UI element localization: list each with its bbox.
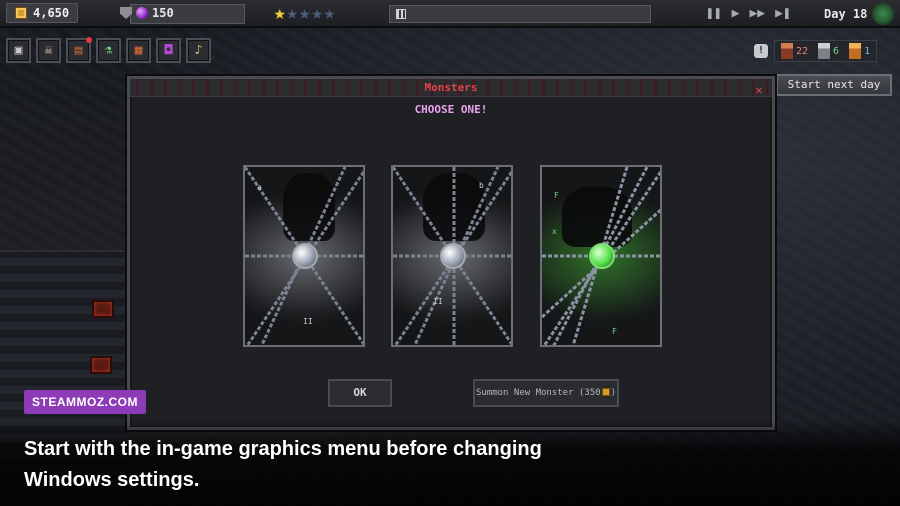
dialog-title: Monsters <box>424 81 478 94</box>
lock-orb-icon <box>440 243 466 269</box>
notification-dot <box>86 37 92 43</box>
star-empty-icon: ★ <box>323 2 336 24</box>
summon-new-monster-button[interactable]: Summon New Monster (350) <box>473 379 619 407</box>
gems-value: 150 <box>152 6 174 20</box>
lit-window <box>90 356 112 374</box>
rune-icon: II <box>433 297 443 306</box>
chest-icon[interactable]: ▦ <box>126 38 151 63</box>
fast-forward-icon[interactable]: ▶▶ <box>749 6 765 21</box>
rating-stars: ★ ★ ★ ★ ★ <box>274 4 335 23</box>
card-corner <box>503 337 511 345</box>
coin-icon <box>601 388 610 396</box>
card-corner <box>245 167 253 175</box>
grid-icon <box>396 9 406 19</box>
monster-card-2[interactable]: b II <box>391 165 513 347</box>
skip-icon[interactable]: ▶❚ <box>775 6 791 21</box>
card-corner <box>245 337 253 345</box>
monster-mask-icon[interactable]: ▣ <box>6 38 31 63</box>
minion-grey-icon <box>818 43 831 59</box>
star-empty-icon: ★ <box>286 2 298 24</box>
gold-value: 4,650 <box>33 6 70 20</box>
potion-icon[interactable]: ⚗ <box>96 38 121 63</box>
monster-card-1[interactable]: a II <box>243 165 365 347</box>
dialog-subtitle: CHOOSE ONE! <box>414 103 488 116</box>
gem-icon <box>136 7 148 19</box>
rune-icon: b <box>479 181 484 190</box>
card-corner <box>393 337 401 345</box>
minion-counts[interactable]: 22 6 1 <box>774 40 878 62</box>
time-controls: ❚❚ ▶ ▶▶ ▶❚ <box>706 6 791 21</box>
minion-count-blue: 1 <box>849 43 870 59</box>
gems-counter: 150 <box>120 4 245 24</box>
card-corner <box>355 167 363 175</box>
minion-red-icon <box>781 43 793 59</box>
lock-orb-icon <box>589 243 615 269</box>
cauldron-icon[interactable]: ◘ <box>156 38 181 63</box>
minion-orange-icon <box>849 43 862 59</box>
day-cycle-icon[interactable] <box>872 3 894 25</box>
rune-icon: a <box>257 183 262 192</box>
rune-icon: F <box>612 327 617 336</box>
close-icon[interactable]: ✕ <box>753 84 765 96</box>
brand-badge: STEAMMOZ.COM <box>24 390 146 414</box>
gold-counter: 4,650 <box>6 3 79 23</box>
card-corner <box>542 167 550 175</box>
minion-count-green: 6 <box>818 43 839 59</box>
coin-icon <box>15 7 27 19</box>
card-corner <box>503 167 511 175</box>
caption-text: Start with the in-game graphics menu bef… <box>24 438 542 491</box>
book-icon[interactable]: ▤ <box>66 37 92 63</box>
card-corner <box>652 337 660 345</box>
summon-suffix: ) <box>610 388 617 398</box>
day-label: Day 18 <box>824 7 868 21</box>
pause-icon[interactable]: ❚❚ <box>706 6 722 21</box>
rune-icon: x <box>552 227 557 236</box>
toolbar: ▣ ☠ ▤ ⚗ ▦ ◘ ♪ <box>6 37 211 63</box>
star-empty-icon: ★ <box>311 2 323 24</box>
shield-icon <box>120 7 132 19</box>
chat-icon[interactable]: ! <box>754 44 768 58</box>
card-corner <box>542 337 550 345</box>
card-corner <box>652 167 660 175</box>
play-icon[interactable]: ▶ <box>732 6 740 21</box>
star-empty-icon: ★ <box>298 2 311 24</box>
progress-bar <box>389 5 651 23</box>
card-corner <box>393 167 401 175</box>
rune-icon: F <box>554 191 559 200</box>
rune-icon: II <box>303 317 313 326</box>
minion-count-red: 22 <box>781 43 808 59</box>
start-next-day-button[interactable]: Start next day <box>776 74 892 96</box>
minion-summary: ! 22 6 1 <box>754 40 878 62</box>
lit-window <box>92 300 114 318</box>
skull-icon[interactable]: ☠ <box>36 38 61 63</box>
card-corner <box>355 337 363 345</box>
music-icon[interactable]: ♪ <box>186 38 211 63</box>
monsters-dialog: Monsters ✕ CHOOSE ONE! a II b II F x F O… <box>127 76 775 430</box>
lock-orb-icon <box>292 243 318 269</box>
monster-card-3[interactable]: F x F <box>540 165 662 347</box>
star-filled-icon: ★ <box>274 2 286 24</box>
ok-button[interactable]: OK <box>328 379 392 407</box>
summon-label: Summon New Monster (350 <box>475 388 601 398</box>
